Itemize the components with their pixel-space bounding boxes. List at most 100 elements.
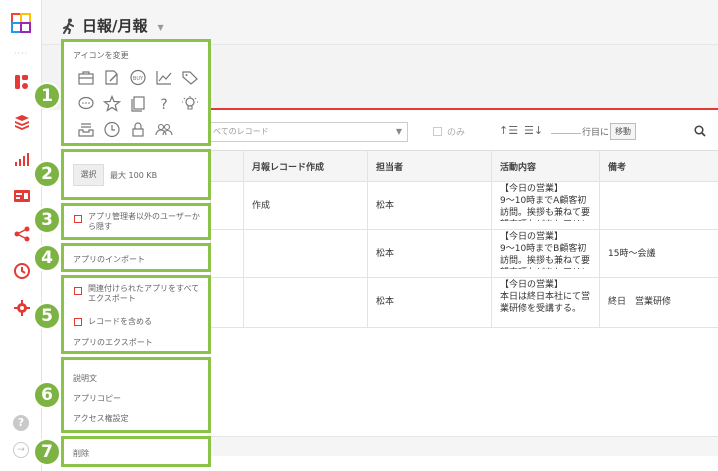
table-header-row: 月報レコード作成 担当者 活動内容 備考 (210, 150, 718, 182)
table-cell: 【今日の営業】 9～10時までA顧客初訪問。挨拶も兼ねて要望事項などをヒアリン (491, 181, 600, 230)
callout-badge-1: 1 (33, 82, 61, 110)
chevron-down-icon[interactable]: ▼ (157, 23, 163, 32)
graph-icon[interactable] (13, 150, 31, 168)
activity-text: 【今日の営業】 9～10時までB顧客初訪問。挨拶も兼ねて要望事項などをヒアリン (500, 232, 591, 269)
inbox-tray-icon[interactable] (77, 121, 95, 138)
select-file-button[interactable]: 選択 (73, 164, 104, 186)
column-header[interactable]: 活動内容 (491, 150, 600, 182)
view-select[interactable]: べてのレコード ▼ (210, 122, 408, 142)
column-header[interactable]: 月報レコード作成 (243, 150, 368, 182)
gear-icon[interactable] (13, 299, 31, 317)
icon-picker: BUY ? (77, 69, 225, 138)
import-app-link[interactable]: アプリのインポート (73, 254, 145, 265)
column-header[interactable]: 担当者 (367, 150, 492, 182)
delete-section: 削除 (61, 436, 211, 467)
records-toolbar: べてのレコード ▼ のみ ↑☰ ☰↓ 行目に 移動 (210, 110, 718, 150)
import-section: アプリのインポート (61, 243, 211, 272)
export-app-link[interactable]: アプリのエクスポート (73, 337, 153, 348)
change-icon-heading: アイコンを変更 (73, 51, 129, 60)
table-cell (210, 181, 244, 230)
rail-divider: ···· (14, 49, 29, 58)
table-row[interactable]: 松本 【今日の営業】 9～10時までB顧客初訪問。挨拶も兼ねて要望事項などをヒア… (210, 229, 718, 278)
clock-icon[interactable] (103, 121, 121, 138)
copy-app-link[interactable]: アプリコピー (73, 393, 121, 404)
hide-label: アプリ管理者以外のユーザーから隠す (88, 212, 200, 231)
table-cell (599, 181, 718, 230)
lock-icon[interactable] (129, 121, 147, 138)
column-header (210, 150, 244, 182)
apps-icon[interactable] (13, 73, 31, 91)
table-cell (243, 277, 368, 328)
export-section: 関連付けられたアプリをすべてエクスポート レコードを含める アプリのエクスポート (61, 275, 211, 354)
star-icon[interactable] (103, 95, 121, 112)
table-cell (210, 277, 244, 328)
walking-person-icon (63, 18, 74, 34)
access-settings-link[interactable]: アクセス権設定 (73, 413, 129, 424)
callout-badge-6: 6 (33, 381, 61, 409)
column-header[interactable]: 備考 (599, 150, 718, 182)
callout-badge-2: 2 (33, 160, 61, 188)
table-cell: 松本 (367, 277, 492, 328)
table-cell: 【今日の営業】 9～10時までB顧客初訪問。挨拶も兼ねて要望事項などをヒアリン (491, 229, 600, 278)
description-link[interactable]: 説明文 (73, 373, 97, 384)
help-icon[interactable]: ? (13, 415, 29, 431)
delete-link[interactable]: 削除 (73, 448, 89, 459)
svg-text:BUY: BUY (133, 76, 144, 82)
table-cell: 松本 (367, 181, 492, 230)
edit-document-icon[interactable] (103, 69, 121, 86)
row-number-input[interactable] (551, 133, 581, 134)
table-row[interactable]: 作成 松本 【今日の営業】 9～10時までA顧客初訪問。挨拶も兼ねて要望事項など… (210, 181, 718, 230)
export-related-checkbox[interactable] (74, 287, 82, 295)
app-launcher-icon[interactable] (11, 13, 31, 33)
max-size-label: 最大 100 KB (110, 171, 158, 180)
table-cell: 15時～会議 (599, 229, 718, 278)
table-cell (243, 229, 368, 278)
sort-descending-icon[interactable]: ☰↓ (524, 124, 543, 137)
hide-section: アプリ管理者以外のユーザーから隠す (61, 203, 211, 240)
file-select-section: 選択 最大 100 KB (61, 149, 211, 200)
footer-bar (210, 436, 718, 456)
process-icon[interactable] (13, 225, 31, 243)
svg-text:?: ? (160, 97, 167, 112)
chevron-down-icon: ▼ (395, 127, 402, 136)
form-icon[interactable] (13, 187, 31, 205)
briefcase-icon[interactable] (77, 69, 95, 86)
callout-badge-7: 7 (33, 438, 61, 466)
app-actions-section: 説明文 アプリコピー アクセス権設定 (61, 357, 211, 433)
only-label: のみ (447, 128, 466, 138)
export-related-label: 関連付けられたアプリをすべてエクスポート (88, 284, 200, 303)
table-row[interactable]: 松本 【今日の営業】 本日は終日本社にて営業研修を受講する。 終日 営業研修 (210, 277, 718, 328)
callout-badge-5: 5 (33, 302, 61, 330)
only-checkbox[interactable] (433, 127, 442, 136)
collapse-arrow-icon[interactable]: → (13, 442, 29, 458)
table-cell: 松本 (367, 229, 492, 278)
callout-badge-4: 4 (33, 244, 61, 272)
app-header: 日報/月報 ▼ (42, 0, 718, 44)
move-button[interactable]: 移動 (610, 123, 636, 140)
table-cell: 終日 営業研修 (599, 277, 718, 328)
include-records-checkbox[interactable] (74, 318, 82, 326)
question-mark-icon[interactable]: ? (155, 95, 173, 112)
app-title: 日報/月報 (82, 17, 148, 35)
copy-pages-icon[interactable] (129, 95, 147, 112)
light-bulb-icon[interactable] (181, 95, 199, 112)
callout-badge-3: 3 (33, 206, 61, 234)
hide-checkbox[interactable] (74, 215, 82, 223)
records-table: 月報レコード作成 担当者 活動内容 備考 作成 松本 【今日の営業】 9～10時… (210, 150, 718, 328)
chat-bubble-icon[interactable] (77, 95, 95, 112)
table-cell: 作成 (243, 181, 368, 230)
buy-icon[interactable]: BUY (129, 69, 147, 86)
database-icon[interactable] (13, 113, 31, 131)
table-cell (210, 229, 244, 278)
sort-ascending-icon[interactable]: ↑☰ (499, 124, 518, 137)
change-icon-section: アイコンを変更 BUY ? (61, 39, 211, 146)
line-chart-icon[interactable] (155, 69, 173, 86)
table-cell: 【今日の営業】 本日は終日本社にて営業研修を受講する。 (491, 277, 600, 328)
row-label: 行目に (582, 128, 610, 138)
tag-icon[interactable] (181, 69, 199, 86)
search-icon[interactable] (694, 125, 706, 137)
people-icon[interactable] (155, 121, 173, 138)
activity-text: 【今日の営業】 9～10時までA顧客初訪問。挨拶も兼ねて要望事項などをヒアリン (500, 184, 591, 221)
history-icon[interactable] (13, 262, 31, 280)
activity-text: 【今日の営業】 本日は終日本社にて営業研修を受講する。 (500, 280, 591, 314)
